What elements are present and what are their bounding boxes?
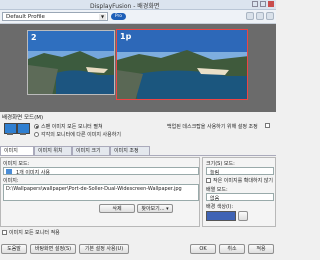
monitor-preview: 2 1p: [0, 24, 276, 112]
monitor-number-2: 2: [31, 33, 37, 42]
pro-badge: Pro: [111, 13, 126, 20]
backup-note: 백업된 데스크탑을 사용하기 위해 설정 조정: [167, 124, 258, 130]
bg-color-label: 배경 색상(I):: [206, 204, 234, 210]
color-swatch[interactable]: [206, 211, 236, 221]
monitor-2[interactable]: 2: [27, 30, 115, 95]
tab-image-position[interactable]: 이미지 위치: [34, 146, 72, 155]
radio-per-monitor-mode[interactable]: [34, 132, 39, 137]
minimize-icon[interactable]: [252, 1, 258, 7]
delete-profile-icon[interactable]: [266, 12, 274, 20]
no-upscale-label: 작은 이미지를 확대하지 않기: [213, 178, 273, 184]
no-upscale-checkbox[interactable]: [206, 178, 211, 183]
monitor-number-1: 1p: [120, 32, 132, 41]
settings-icon[interactable]: [256, 12, 264, 20]
set-desktop-button[interactable]: 바탕화면 설정(S): [30, 244, 76, 254]
profile-dropdown-value: Default Profile: [6, 14, 45, 20]
apply-button[interactable]: 적용: [248, 244, 274, 254]
tab-image[interactable]: 이미지: [0, 146, 34, 155]
size-mode-dropdown[interactable]: 늘림: [206, 167, 274, 176]
browse-button[interactable]: 찾아보기... ▾: [137, 204, 173, 213]
image-source-group: 이미지 모드: 1개 이미지 사용 이미지: D:\Wallpapers\wal…: [0, 157, 200, 227]
ok-button[interactable]: OK: [190, 244, 216, 254]
backup-checkbox[interactable]: [265, 123, 270, 128]
image-options-group: 크기(S) 모드: 늘림 작은 이미지를 확대하지 않기 배열 모드: 없음 배…: [202, 157, 276, 227]
maximize-icon[interactable]: [260, 1, 266, 7]
source-dropdown[interactable]: 1개 이미지 사용: [3, 167, 199, 176]
window-title: DisplayFusion - 배경화면: [90, 3, 160, 10]
tile-mode-dropdown[interactable]: 없음: [206, 193, 274, 202]
image-icon: [6, 169, 12, 174]
wallpaper-thumb-left: [28, 31, 114, 94]
chevron-down-icon[interactable]: ▼: [99, 14, 106, 20]
mode-label: 배경화면 모드(M): [2, 115, 44, 121]
use-defaults-button[interactable]: 기본 설정 사용(U): [79, 244, 129, 254]
source-label: 이미지 모드:: [3, 161, 30, 167]
close-icon[interactable]: [268, 1, 274, 7]
apply-all-label: 이미지 모든 모니터 적용: [9, 230, 60, 236]
delete-button[interactable]: 삭제: [99, 204, 135, 213]
tab-bar: 이미지 이미지 위치 이미지 크기 이미지 조정: [0, 146, 276, 156]
radio-per-monitor-label: 각각의 모니터에 다른 이미지 사용하기: [41, 132, 121, 138]
help-button[interactable]: 도움말: [1, 244, 27, 254]
save-profile-icon[interactable]: [246, 12, 254, 20]
apply-all-checkbox[interactable]: [2, 230, 7, 235]
chevron-down-icon: ▾: [166, 206, 169, 212]
monitor-1-primary[interactable]: 1p: [116, 29, 248, 100]
tab-image-size[interactable]: 이미지 크기: [72, 146, 110, 155]
cancel-button[interactable]: 취소: [219, 244, 245, 254]
size-mode-label: 크기(S) 모드:: [206, 161, 235, 167]
wallpaper-thumb-right: [117, 30, 247, 99]
monitor-mode-icon: [4, 121, 30, 137]
radio-span-label: 스팬 이미지 모든 모니터 펼쳐: [41, 124, 103, 130]
tile-mode-label: 배열 모드:: [206, 187, 228, 193]
radio-span-mode[interactable]: [34, 124, 39, 129]
title-bar: DisplayFusion - 배경화면: [0, 0, 276, 10]
window-controls[interactable]: [252, 1, 274, 7]
path-label: 이미지:: [3, 178, 19, 184]
image-path-field[interactable]: D:\Wallpapers\wallpaper\Port-de-Soller-D…: [3, 184, 199, 201]
profile-dropdown[interactable]: Default Profile ▼: [2, 12, 108, 21]
tab-image-adjust[interactable]: 이미지 조정: [110, 146, 150, 155]
color-picker-icon[interactable]: [238, 211, 248, 221]
